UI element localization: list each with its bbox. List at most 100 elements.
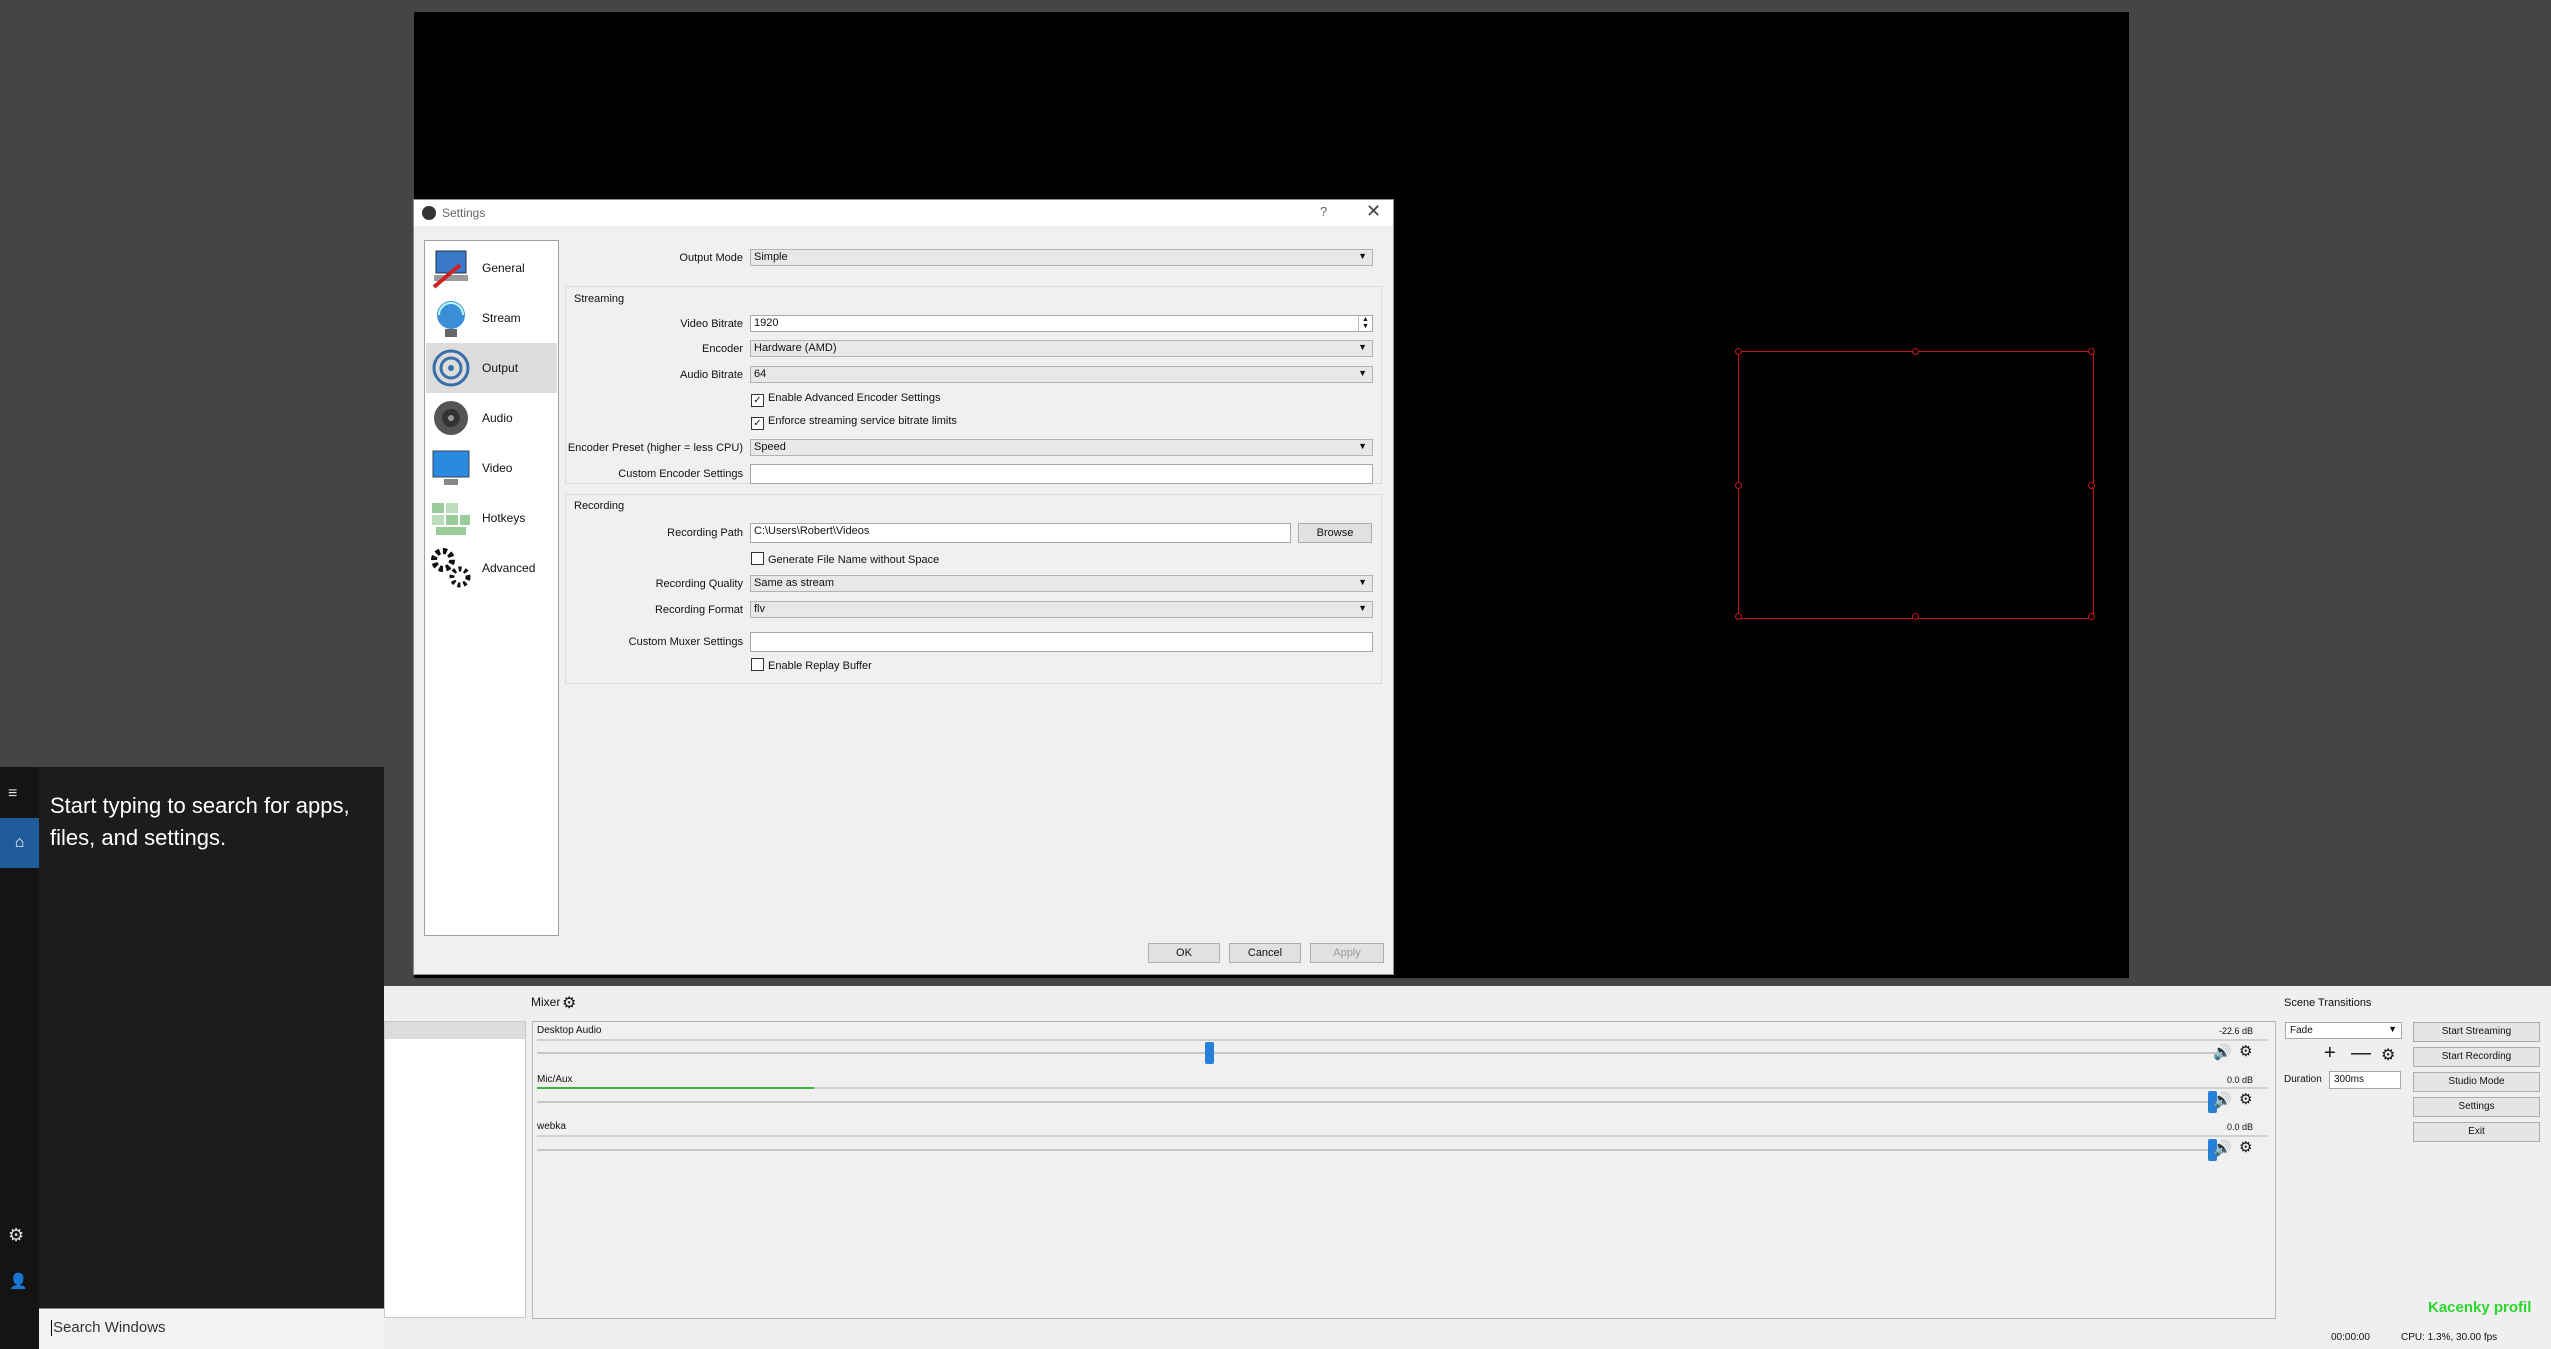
nav-item-advanced[interactable]: Advanced bbox=[426, 543, 557, 593]
custom-encoder-input[interactable] bbox=[750, 464, 1373, 484]
channel-db-desktop-audio: -22.6 dB bbox=[2218, 1026, 2253, 1036]
nav-item-stream[interactable]: Stream bbox=[426, 293, 557, 343]
settings-gear-icon[interactable]: ⚙ bbox=[8, 1225, 24, 1246]
encoder-value: Hardware (AMD) bbox=[754, 342, 837, 354]
nav-item-general[interactable]: General bbox=[426, 243, 557, 293]
studio-mode-button[interactable]: Studio Mode bbox=[2413, 1072, 2540, 1092]
nav-label: Audio bbox=[482, 411, 513, 425]
volume-slider[interactable] bbox=[537, 1149, 2217, 1151]
nav-item-hotkeys[interactable]: Hotkeys bbox=[426, 493, 557, 543]
windows-search-input[interactable]: Search Windows bbox=[39, 1308, 384, 1349]
start-menu bbox=[0, 767, 384, 1349]
volume-slider[interactable] bbox=[537, 1052, 2217, 1054]
resize-handle[interactable] bbox=[1912, 348, 1919, 355]
channel-gear-icon[interactable]: ⚙ bbox=[2239, 1042, 2252, 1060]
duration-value: 300ms bbox=[2334, 1074, 2365, 1085]
browse-button[interactable]: Browse bbox=[1298, 523, 1372, 543]
apply-button[interactable]: Apply bbox=[1310, 943, 1384, 963]
cancel-button[interactable]: Cancel bbox=[1229, 943, 1301, 963]
resize-handle[interactable] bbox=[1735, 348, 1742, 355]
mixer-gear-icon[interactable]: ⚙ bbox=[562, 993, 576, 1013]
enable-advanced-encoder-checkbox[interactable]: ✓ Enable Advanced Encoder Settings bbox=[751, 392, 940, 407]
resize-handle[interactable] bbox=[2088, 482, 2095, 489]
checkbox-label: Generate File Name without Space bbox=[768, 554, 940, 566]
chevron-down-icon: ▼ bbox=[1358, 577, 1367, 587]
custom-muxer-input[interactable] bbox=[750, 632, 1373, 652]
resize-handle[interactable] bbox=[2088, 613, 2095, 620]
video-bitrate-label: Video Bitrate bbox=[680, 318, 743, 330]
search-placeholder: Search Windows bbox=[53, 1319, 166, 1336]
checkbox-checked-icon: ✓ bbox=[751, 394, 764, 407]
resize-handle[interactable] bbox=[2088, 348, 2095, 355]
channel-gear-icon[interactable]: ⚙ bbox=[2239, 1090, 2252, 1108]
settings-nav-list: General Stream Output Audio Video Hotkey… bbox=[424, 240, 559, 936]
audio-bitrate-label: Audio Bitrate bbox=[680, 369, 743, 381]
general-icon bbox=[432, 250, 468, 289]
nav-item-audio[interactable]: Audio bbox=[426, 393, 557, 443]
checkbox-unchecked-icon bbox=[751, 552, 764, 565]
nav-item-video[interactable]: Video bbox=[426, 443, 557, 493]
transition-gear-icon[interactable]: ⚙ bbox=[2381, 1045, 2395, 1065]
scenes-list[interactable] bbox=[384, 1021, 526, 1318]
source-selection-box[interactable] bbox=[1735, 348, 2095, 620]
exit-button[interactable]: Exit bbox=[2413, 1122, 2540, 1142]
encoder-select[interactable]: Hardware (AMD) ▼ bbox=[750, 340, 1373, 357]
transition-select[interactable]: Fade ▼ bbox=[2285, 1022, 2402, 1039]
audio-meter bbox=[537, 1087, 2267, 1089]
scene-item-selected[interactable] bbox=[385, 1022, 525, 1039]
start-streaming-button[interactable]: Start Streaming bbox=[2413, 1022, 2540, 1042]
settings-button[interactable]: Settings bbox=[2413, 1097, 2540, 1117]
checkbox-label: Enforce streaming service bitrate limits bbox=[768, 415, 957, 427]
video-bitrate-value: 1920 bbox=[754, 317, 779, 329]
speaker-icon[interactable]: 🔊 bbox=[2213, 1139, 2232, 1157]
output-mode-select[interactable]: Simple ▼ bbox=[750, 249, 1373, 266]
resize-handle[interactable] bbox=[1912, 613, 1919, 620]
recording-quality-value: Same as stream bbox=[754, 577, 835, 589]
volume-slider[interactable] bbox=[537, 1101, 2217, 1103]
speaker-icon[interactable]: 🔊 bbox=[2213, 1091, 2232, 1109]
nav-label: Stream bbox=[482, 311, 521, 325]
enable-replay-buffer-checkbox[interactable]: Enable Replay Buffer bbox=[751, 658, 872, 672]
hamburger-menu-icon[interactable]: ≡ bbox=[8, 785, 17, 803]
channel-db-mic-aux: 0.0 dB bbox=[2226, 1075, 2253, 1085]
close-icon[interactable]: ✕ bbox=[1366, 201, 1381, 222]
speaker-icon[interactable]: 🔊 bbox=[2213, 1043, 2232, 1061]
recording-format-select[interactable]: flv ▼ bbox=[750, 601, 1373, 618]
audio-bitrate-select[interactable]: 64 ▼ bbox=[750, 366, 1373, 383]
duration-input[interactable]: 300ms bbox=[2329, 1071, 2401, 1089]
encoder-preset-select[interactable]: Speed ▼ bbox=[750, 439, 1373, 456]
mixer-title: Mixer bbox=[531, 995, 561, 1009]
recording-path-input[interactable]: C:\Users\Robert\Videos bbox=[750, 523, 1291, 543]
profile-overlay-text: Kacenky profil bbox=[2428, 1299, 2532, 1316]
resize-handle[interactable] bbox=[1735, 613, 1742, 620]
add-transition-plus-icon[interactable]: + bbox=[2324, 1042, 2336, 1065]
nav-label: Video bbox=[482, 461, 513, 475]
video-bitrate-input[interactable]: 1920 ▲ ▼ bbox=[750, 315, 1373, 332]
ok-button[interactable]: OK bbox=[1148, 943, 1220, 963]
dialog-titlebar[interactable] bbox=[414, 200, 1393, 226]
output-mode-value: Simple bbox=[754, 251, 788, 263]
status-time: 00:00:00 bbox=[2331, 1332, 2370, 1343]
audio-bitrate-value: 64 bbox=[754, 368, 767, 380]
advanced-icon bbox=[431, 548, 471, 588]
remove-transition-minus-icon[interactable]: — bbox=[2351, 1042, 2371, 1065]
home-icon[interactable]: ⌂ bbox=[0, 818, 39, 868]
transition-value: Fade bbox=[2290, 1025, 2313, 1036]
chevron-down-icon: ▼ bbox=[2388, 1024, 2397, 1034]
generate-filename-checkbox[interactable]: Generate File Name without Space bbox=[751, 552, 939, 566]
recording-format-label: Recording Format bbox=[654, 604, 743, 616]
recording-quality-select[interactable]: Same as stream ▼ bbox=[750, 575, 1373, 592]
volume-slider-thumb[interactable] bbox=[1205, 1042, 1215, 1064]
spin-arrows-icon[interactable]: ▲ ▼ bbox=[1358, 316, 1372, 331]
user-icon[interactable]: 👤 bbox=[9, 1272, 28, 1290]
help-icon[interactable]: ? bbox=[1320, 204, 1327, 219]
enforce-bitrate-limits-checkbox[interactable]: ✓ Enforce streaming service bitrate limit… bbox=[751, 415, 957, 430]
video-icon bbox=[432, 450, 470, 485]
custom-encoder-label: Custom Encoder Settings bbox=[618, 468, 743, 480]
status-cpu: CPU: 1.3%, 30.00 fps bbox=[2401, 1332, 2498, 1343]
channel-gear-icon[interactable]: ⚙ bbox=[2239, 1138, 2252, 1156]
start-recording-button[interactable]: Start Recording bbox=[2413, 1047, 2540, 1067]
nav-item-output[interactable]: Output bbox=[426, 343, 557, 393]
resize-handle[interactable] bbox=[1735, 482, 1742, 489]
chevron-down-icon: ▼ bbox=[1358, 603, 1367, 613]
